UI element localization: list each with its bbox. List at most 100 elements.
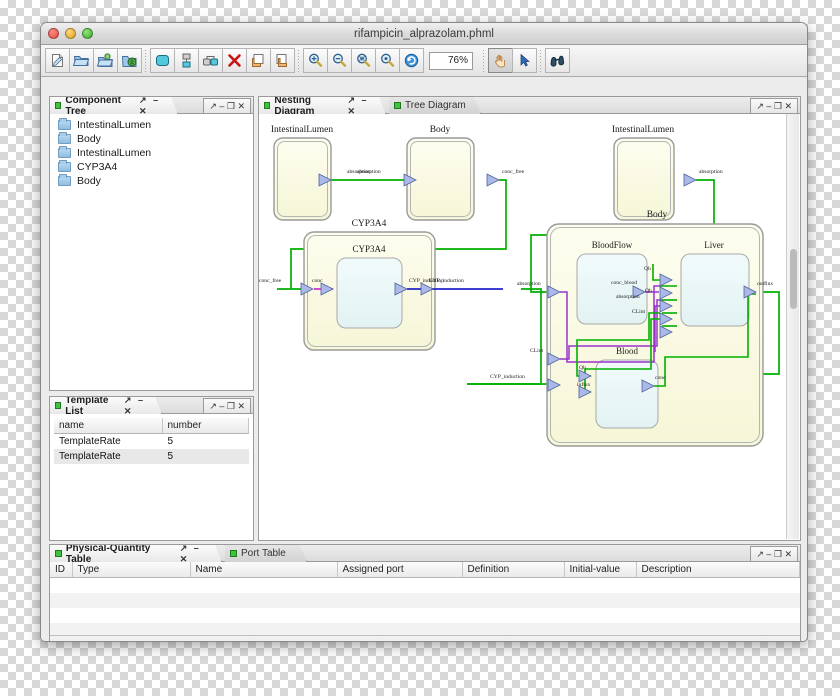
folder-icon [58, 160, 71, 172]
folder-icon [58, 132, 71, 144]
tab-template-list[interactable]: Template List ↗ – ✕ [50, 397, 162, 414]
diagram-corner-controls[interactable]: ↗ – ❐ ✕ [750, 98, 798, 113]
maximize-window-button[interactable] [82, 28, 93, 39]
template-list-corner-controls[interactable]: ↗ – ❐ ✕ [203, 398, 251, 413]
table-row-empty [50, 608, 800, 623]
tab-port-table[interactable]: Port Table [225, 545, 307, 562]
close-window-button[interactable] [48, 28, 59, 39]
open-web-button[interactable] [117, 48, 142, 73]
diagram-tabrow: Nesting Diagram ↗ – ✕ Tree Diagram ↗ – ❐… [259, 97, 800, 114]
refresh-button[interactable] [399, 48, 424, 73]
list-item[interactable]: Body [50, 174, 253, 188]
minimize-window-button[interactable] [65, 28, 76, 39]
column-header-number[interactable]: number [162, 418, 249, 434]
node-label: BloodFlow [592, 240, 633, 250]
title-bar: rifampicin_alprazolam.phml [41, 23, 807, 45]
list-item[interactable]: IntestinalLumen [50, 118, 253, 132]
list-item[interactable]: Body [50, 132, 253, 146]
zoom-actual-button[interactable] [375, 48, 400, 73]
bottom-corner-controls[interactable]: ↗ – ❐ ✕ [750, 546, 798, 561]
workspace: Component Tree ↗ – ✕ ↗ – ❐ ✕ IntestinalL… [45, 78, 803, 641]
port-label: CLint [530, 348, 543, 354]
port-label: absorption [699, 169, 723, 175]
arrow-cursor-icon [520, 53, 530, 67]
tree-item-label: IntestinalLumen [77, 147, 152, 159]
node-intestinallumen-1[interactable]: IntestinalLumen [271, 125, 334, 221]
folder-open-icon [73, 56, 90, 66]
copy-button[interactable] [246, 48, 271, 73]
column-header-initial-value[interactable]: Initial-value [564, 562, 637, 578]
component-tree-body[interactable]: IntestinalLumen Body IntestinalLumen CYP… [50, 114, 253, 390]
tab-component-tree[interactable]: Component Tree ↗ – ✕ [50, 97, 178, 114]
zoom-level-input[interactable]: 76% [429, 51, 473, 70]
port-marker[interactable] [683, 173, 697, 187]
select-tool-button[interactable] [512, 48, 537, 73]
list-item[interactable]: CYP3A4 [50, 160, 253, 174]
port-marker[interactable] [486, 173, 500, 187]
component-tree-corner-controls[interactable]: ↗ – ❐ ✕ [203, 98, 251, 113]
hand-tool-button[interactable] [488, 48, 513, 73]
add-module-button[interactable] [150, 48, 175, 73]
file-button-group [45, 48, 142, 73]
port-label: conc_free [502, 168, 525, 175]
diagram-vertical-scrollbar[interactable] [786, 114, 799, 539]
two-boxes-icon [203, 56, 218, 66]
column-header-definition[interactable]: Definition [462, 562, 565, 578]
zoom-in-button[interactable] [303, 48, 328, 73]
hand-icon [494, 54, 506, 68]
port-label: absorption [616, 294, 640, 300]
tree-item-label: Body [77, 133, 101, 145]
toolbar-separator-2 [298, 49, 299, 72]
scrollbar-thumb[interactable] [790, 249, 797, 309]
table-row[interactable]: TemplateRate 5 [54, 449, 249, 464]
open-file-button[interactable] [69, 48, 94, 73]
tree-item-label: CYP3A4 [77, 161, 118, 173]
column-header-assigned-port[interactable]: Assigned port [337, 562, 463, 578]
port-label: Qh [644, 266, 651, 272]
magnifier-fit-icon [357, 53, 371, 67]
refresh-circle-icon [404, 53, 419, 68]
list-item[interactable]: IntestinalLumen [50, 146, 253, 160]
template-list-table: name number TemplateRate 5 TemplateRate [54, 418, 249, 464]
diagram-body[interactable]: IntestinalLumen Body absorption absorpti… [259, 114, 800, 540]
edit-button-group [150, 48, 295, 73]
delete-button[interactable] [222, 48, 247, 73]
zoom-fit-button[interactable] [351, 48, 376, 73]
table-row[interactable]: TemplateRate 5 [54, 434, 249, 450]
nesting-diagram-canvas[interactable]: IntestinalLumen Body absorption absorpti… [259, 114, 800, 540]
port-label: CYP_induction [490, 374, 525, 380]
node-body-1[interactable]: Body [406, 125, 475, 221]
tab-nesting-diagram[interactable]: Nesting Diagram ↗ – ✕ [259, 97, 386, 114]
cell-name: TemplateRate [59, 436, 121, 447]
binoculars-tool-button[interactable] [545, 48, 570, 73]
physical-quantity-table: ID Type Name Assigned port Definition In… [50, 562, 800, 638]
port-label: influx [577, 381, 591, 388]
physical-quantity-body[interactable]: ID Type Name Assigned port Definition In… [50, 562, 800, 641]
column-header-type[interactable]: Type [72, 562, 191, 578]
column-header-name[interactable]: name [54, 418, 163, 434]
nesting-diagram-panel: Nesting Diagram ↗ – ✕ Tree Diagram ↗ – ❐… [258, 96, 801, 541]
new-file-button[interactable] [45, 48, 70, 73]
column-header-id[interactable]: ID [50, 562, 73, 578]
template-list-tabrow: Template List ↗ – ✕ ↗ – ❐ ✕ [50, 397, 253, 414]
zoom-out-button[interactable] [327, 48, 352, 73]
component-tree-panel: Component Tree ↗ – ✕ ↗ – ❐ ✕ IntestinalL… [49, 96, 254, 391]
table-row-empty [50, 592, 800, 608]
red-x-icon [228, 54, 241, 67]
template-list-panel: Template List ↗ – ✕ ↗ – ❐ ✕ name number [49, 396, 254, 541]
rounded-box-icon [156, 55, 169, 66]
tool-button-group [488, 48, 537, 73]
folder-icon [58, 146, 71, 158]
paste-button[interactable] [270, 48, 295, 73]
node-intestinallumen-2[interactable]: IntestinalLumen absorption [612, 125, 723, 221]
tab-physical-quantity-table[interactable]: Physical-Quantity Table ↗ – ✕ [50, 545, 222, 562]
open-template-button[interactable] [93, 48, 118, 73]
folder-leaf-icon [97, 53, 114, 67]
tab-tree-diagram[interactable]: Tree Diagram [389, 97, 481, 114]
add-group-button[interactable] [198, 48, 223, 73]
column-header-description[interactable]: Description [636, 562, 800, 578]
template-list-body[interactable]: name number TemplateRate 5 TemplateRate [50, 414, 253, 540]
port-label: absorption [517, 281, 541, 287]
add-port-button[interactable] [174, 48, 199, 73]
column-header-name[interactable]: Name [190, 562, 338, 578]
